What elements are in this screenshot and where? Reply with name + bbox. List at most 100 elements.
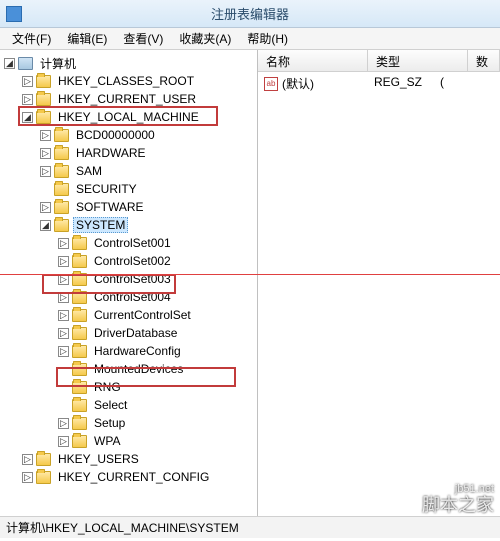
expand-icon[interactable]: ▷ — [58, 310, 69, 321]
tree-label: HKEY_CURRENT_USER — [55, 91, 199, 107]
expand-icon[interactable]: ▷ — [58, 274, 69, 285]
folder-icon — [36, 93, 51, 106]
menu-view[interactable]: 查看(V) — [115, 28, 171, 49]
tree-label: HARDWARE — [73, 145, 149, 161]
expand-icon[interactable]: ▷ — [22, 76, 33, 87]
tree-label: HKEY_LOCAL_MACHINE — [55, 109, 202, 125]
expand-icon[interactable]: ▷ — [58, 328, 69, 339]
folder-icon — [72, 291, 87, 304]
folder-icon — [54, 129, 69, 142]
list-header: 名称 类型 数 — [258, 50, 500, 72]
tree-label: HardwareConfig — [91, 343, 184, 359]
tree-label: DriverDatabase — [91, 325, 180, 341]
folder-icon — [72, 273, 87, 286]
menu-edit[interactable]: 编辑(E) — [59, 28, 115, 49]
tree-label: 计算机 — [37, 54, 79, 73]
tree-node[interactable]: ▷ DriverDatabase — [0, 324, 257, 342]
folder-icon — [72, 309, 87, 322]
string-value-icon: ab — [264, 77, 278, 91]
tree-node[interactable]: ▷SAM — [0, 162, 257, 180]
tree-label: RNG — [91, 379, 124, 395]
tree-label: Select — [91, 397, 130, 413]
tree-node-system[interactable]: ◢ SYSTEM — [0, 216, 257, 234]
folder-icon — [54, 183, 69, 196]
expand-icon[interactable]: ▷ — [40, 130, 51, 141]
tree-label: ControlSet004 — [91, 289, 174, 305]
tree-node[interactable]: ▷ HARDWARE — [0, 144, 257, 162]
tree-label-selected: SYSTEM — [73, 217, 128, 233]
expand-icon[interactable]: ▷ — [22, 454, 33, 465]
tree-node[interactable]: ▷ ControlSet004 — [0, 288, 257, 306]
tree-node-hkcu[interactable]: ▷ HKEY_CURRENT_USER — [0, 90, 257, 108]
expand-icon[interactable]: ▷ — [40, 166, 51, 177]
expand-icon — [58, 364, 69, 375]
menu-favorites[interactable]: 收藏夹(A) — [171, 28, 239, 49]
titlebar: 注册表编辑器 — [0, 0, 500, 28]
tree-node[interactable]: SECURITY — [0, 180, 257, 198]
tree-node[interactable]: ▷ BCD00000000 — [0, 126, 257, 144]
folder-icon — [54, 219, 69, 232]
window-title: 注册表编辑器 — [211, 4, 289, 23]
tree-node[interactable]: ▷ HardwareConfig — [0, 342, 257, 360]
statusbar: 计算机\HKEY_LOCAL_MACHINE\SYSTEM — [0, 516, 500, 538]
col-data[interactable]: 数 — [468, 50, 500, 71]
tree-node-computer[interactable]: ◢ 计算机 — [0, 54, 257, 72]
expand-icon[interactable]: ▷ — [40, 148, 51, 159]
regedit-icon — [6, 6, 22, 22]
expand-icon[interactable]: ▷ — [58, 292, 69, 303]
col-name[interactable]: 名称 — [258, 50, 368, 71]
tree-label: SECURITY — [73, 181, 140, 197]
collapse-icon[interactable]: ◢ — [22, 112, 33, 123]
menu-file[interactable]: 文件(F) — [4, 28, 59, 49]
tree-node[interactable]: ▷Setup — [0, 414, 257, 432]
menubar: 文件(F) 编辑(E) 查看(V) 收藏夹(A) 帮助(H) — [0, 28, 500, 50]
tree-node-hkcr[interactable]: ▷ HKEY_CLASSES_ROOT — [0, 72, 257, 90]
expand-icon[interactable]: ▷ — [58, 436, 69, 447]
collapse-icon[interactable]: ◢ — [4, 58, 15, 69]
tree-node[interactable]: ▷WPA — [0, 432, 257, 450]
tree-node[interactable]: Select — [0, 396, 257, 414]
tree-node[interactable]: MountedDevices — [0, 360, 257, 378]
folder-icon — [36, 453, 51, 466]
tree-node[interactable]: ▷ ControlSet002 — [0, 252, 257, 270]
folder-icon — [72, 363, 87, 376]
expand-icon — [58, 400, 69, 411]
tree-label: HKEY_CURRENT_CONFIG — [55, 469, 212, 485]
folder-icon — [72, 399, 87, 412]
tree-label: BCD00000000 — [73, 127, 158, 143]
expand-icon[interactable]: ▷ — [58, 256, 69, 267]
expand-icon[interactable]: ▷ — [22, 94, 33, 105]
folder-icon — [72, 327, 87, 340]
folder-icon — [54, 147, 69, 160]
value-data: ( — [434, 75, 500, 92]
expand-icon[interactable]: ▷ — [58, 238, 69, 249]
folder-icon — [72, 417, 87, 430]
tree-node[interactable]: ▷ControlSet001 — [0, 234, 257, 252]
tree-node-hklm[interactable]: ◢ HKEY_LOCAL_MACHINE — [0, 108, 257, 126]
tree-node[interactable]: ▷SOFTWARE — [0, 198, 257, 216]
folder-icon — [54, 165, 69, 178]
tree-node-hkcc[interactable]: ▷ HKEY_CURRENT_CONFIG — [0, 468, 257, 486]
tree-node-currentcontrolset[interactable]: ▷ CurrentControlSet — [0, 306, 257, 324]
tree-node[interactable]: ▷ControlSet003 — [0, 270, 257, 288]
expand-icon[interactable]: ▷ — [58, 418, 69, 429]
value-type: REG_SZ — [368, 75, 434, 92]
col-type[interactable]: 类型 — [368, 50, 468, 71]
tree-label: ControlSet002 — [91, 253, 174, 269]
content: ◢ 计算机 ▷ HKEY_CLASSES_ROOT ▷ HKEY_CURRENT… — [0, 50, 500, 516]
expand-icon[interactable]: ▷ — [58, 346, 69, 357]
tree-node[interactable]: RNG — [0, 378, 257, 396]
tree-label: CurrentControlSet — [91, 307, 194, 323]
menu-help[interactable]: 帮助(H) — [239, 28, 296, 49]
computer-icon — [18, 57, 33, 70]
tree-node-hku[interactable]: ▷ HKEY_USERS — [0, 450, 257, 468]
collapse-icon[interactable]: ◢ — [40, 220, 51, 231]
folder-icon — [36, 111, 51, 124]
list-row[interactable]: ab (默认) REG_SZ ( — [258, 72, 500, 95]
value-name: (默认) — [282, 75, 314, 92]
folder-icon — [72, 381, 87, 394]
folder-icon — [72, 435, 87, 448]
expand-icon[interactable]: ▷ — [22, 472, 33, 483]
folder-icon — [36, 471, 51, 484]
expand-icon[interactable]: ▷ — [40, 202, 51, 213]
